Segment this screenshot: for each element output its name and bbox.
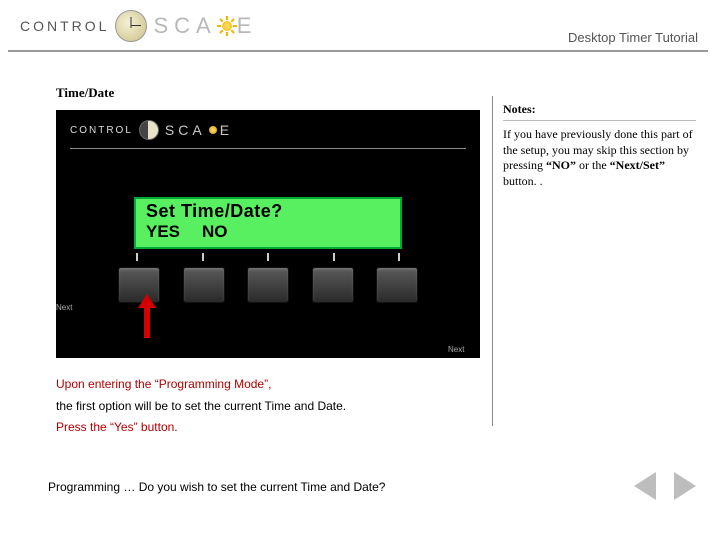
tick-mark — [267, 253, 269, 261]
device-logo-scape: SCA E — [165, 122, 233, 138]
moon-icon — [139, 120, 159, 140]
device-scape-suffix: E — [220, 122, 233, 138]
sun-icon — [207, 124, 219, 136]
side-label-next: Next — [56, 303, 72, 312]
logo-scape-suffix: E — [237, 13, 258, 39]
nav-arrows — [634, 472, 696, 500]
section-heading: Time/Date — [56, 85, 114, 101]
page-title: Desktop Timer Tutorial — [568, 30, 698, 45]
logo-word-control: CONTROL — [20, 18, 109, 34]
tick-mark — [333, 253, 335, 261]
notes-panel: Notes: If you have previously done this … — [492, 96, 704, 426]
button-tick-row — [118, 253, 418, 261]
page-header: CONTROL SCA E Desktop Timer Tutorial — [0, 0, 720, 62]
arrow-up-icon — [138, 294, 156, 338]
tick-mark — [136, 253, 138, 261]
tick-mark — [202, 253, 204, 261]
clock-icon — [115, 10, 147, 42]
notes-body: If you have previously done this part of… — [503, 127, 696, 189]
instruction-line-3: Press the “Yes” button. — [56, 417, 476, 439]
footer-question: Programming … Do you wish to set the cur… — [48, 480, 385, 494]
sun-icon — [218, 17, 236, 35]
hardware-button-5[interactable] — [376, 267, 418, 303]
lcd-option-no: NO — [202, 223, 228, 242]
lcd-option-yes: YES — [146, 223, 180, 242]
lcd-display: Set Time/Date? YES NO — [134, 197, 402, 249]
tick-mark — [398, 253, 400, 261]
notes-heading: Notes: — [503, 102, 696, 121]
instruction-line-2: the first option will be to set the curr… — [56, 396, 476, 418]
notes-bold-no: “NO” — [546, 158, 576, 172]
notes-text: or the — [576, 158, 610, 172]
hardware-button-row — [118, 267, 418, 303]
lcd-options: YES NO — [146, 223, 390, 242]
device-logo-control: CONTROL — [70, 125, 133, 136]
instruction-block: Upon entering the “Programming Mode”, th… — [56, 374, 476, 439]
logo-word-scape: SCA E — [153, 13, 257, 39]
triangle-right-icon[interactable] — [674, 472, 696, 500]
notes-bold-nextset: “Next/Set” — [610, 158, 665, 172]
device-header: CONTROL SCA E — [56, 110, 480, 144]
device-screenshot: CONTROL SCA E Set Time/Date? YES NO Next — [56, 110, 480, 358]
triangle-left-icon[interactable] — [634, 472, 656, 500]
hardware-button-3[interactable] — [247, 267, 289, 303]
lcd-prompt: Set Time/Date? — [146, 202, 390, 222]
hardware-button-2[interactable] — [183, 267, 225, 303]
notes-text: button. . — [503, 174, 543, 188]
instruction-line-1: Upon entering the “Programming Mode”, — [56, 374, 476, 396]
logo-scape-prefix: SCA — [153, 13, 216, 39]
header-divider — [8, 50, 708, 52]
device-scape-prefix: SCA — [165, 122, 206, 138]
hardware-button-4[interactable] — [312, 267, 354, 303]
device-divider — [70, 148, 466, 149]
